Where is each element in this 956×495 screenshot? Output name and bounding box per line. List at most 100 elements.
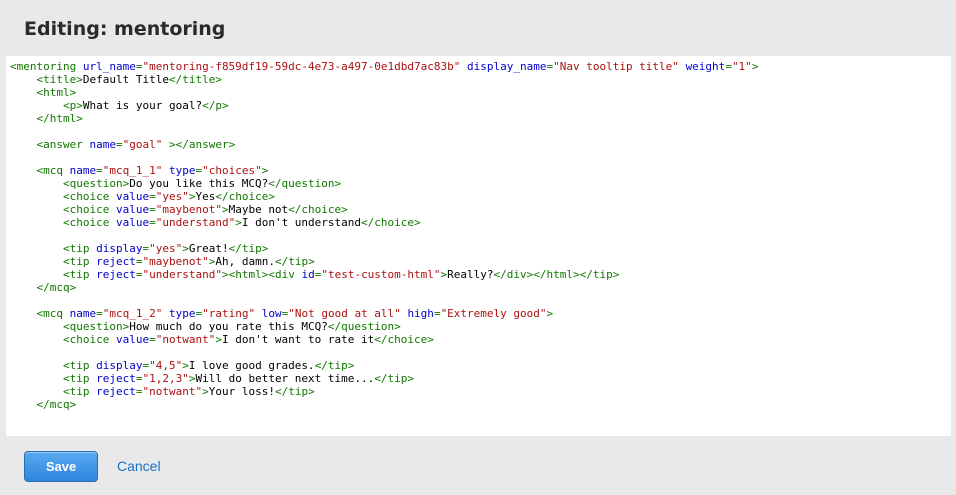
code-line: </html> (10, 112, 947, 125)
code-token-tag: > (215, 333, 222, 346)
code-token-tag: <choice (62, 190, 116, 203)
code-token-attr: display_name (466, 60, 547, 73)
code-token-tag: <tip (62, 359, 97, 372)
code-token-tag: <answer (36, 138, 90, 151)
code-line: <choice value="yes">Yes</choice> (10, 190, 947, 203)
code-token-tag: <mcq (36, 164, 70, 177)
code-line: <tip reject="notwant">Your loss!</tip> (10, 385, 947, 398)
save-button[interactable]: Save (24, 451, 98, 482)
code-token-tag: </div></html></tip> (493, 268, 620, 281)
code-token-val: "notwant" (142, 385, 203, 398)
code-token-txt: I don't understand (241, 216, 362, 229)
code-token-attr: name (89, 138, 116, 151)
code-token-txt: Do you like this MCQ? (129, 177, 269, 190)
code-token-tag: </tip> (374, 372, 415, 385)
code-token-attr: reject (96, 385, 136, 398)
code-line: </mcq> (10, 281, 947, 294)
code-token-txt: Maybe not (228, 203, 289, 216)
code-token-val: "mcq_1_1" (102, 164, 163, 177)
code-token-tag: <tip (62, 385, 97, 398)
code-token-tag: > (546, 307, 554, 320)
code-token-tag: </tip> (274, 255, 315, 268)
code-token-txt: Default Title (82, 73, 169, 86)
code-token-tag: </title> (168, 73, 222, 86)
code-token-txt: Ah, damn. (215, 255, 275, 268)
code-token-attr: value (115, 333, 150, 346)
code-editor[interactable]: <mentoring url_name = "mentoring-f859df19-… (6, 56, 951, 436)
code-line: <p>What is your goal?</p> (10, 99, 947, 112)
code-token-val: "notwant" (155, 333, 216, 346)
code-token-val: "goal" (122, 138, 163, 151)
code-token-val: "Not good at all" (288, 307, 401, 320)
code-token-tag: <mcq (36, 307, 70, 320)
code-token-val: "Extremely good" (440, 307, 547, 320)
code-token-tag: </choice> (374, 333, 434, 346)
code-token-txt: I don't want to rate it (221, 333, 375, 346)
code-token-val: "rating" (202, 307, 256, 320)
code-token-attr: name (69, 307, 97, 320)
code-token-tag: <choice (62, 216, 116, 229)
code-token-attr: type (168, 164, 196, 177)
cancel-button[interactable]: Cancel (117, 458, 161, 474)
code-token-attr: reject (96, 372, 136, 385)
code-token-tag: = (149, 216, 156, 229)
code-token-val: "choices" (202, 164, 262, 177)
code-token-val: "4,5" (149, 359, 183, 372)
code-token-attr: display (96, 359, 143, 372)
code-token-tag: > (202, 385, 209, 398)
code-line: <question>Do you like this MCQ?</questio… (10, 177, 947, 190)
code-token-tag: <title> (36, 73, 83, 86)
code-token-tag: <choice (62, 203, 116, 216)
code-token-attr: value (115, 190, 150, 203)
code-content[interactable]: <mentoring url_name = "mentoring-f859df19-… (10, 60, 947, 411)
code-token-val: "Nav tooltip title" (553, 60, 679, 73)
code-token-tag: = (725, 60, 732, 73)
code-token-tag: = (149, 190, 156, 203)
code-token-txt: Yes (195, 190, 216, 203)
code-token-txt: Your loss! (208, 385, 275, 398)
code-line: <title>Default Title</title> (10, 73, 947, 86)
code-token-tag: <question> (62, 320, 130, 333)
code-token-attr: value (115, 216, 150, 229)
code-token-tag: = (149, 203, 156, 216)
code-token-tag: > (182, 359, 189, 372)
code-token-tag: > (182, 242, 189, 255)
code-line: <mcq name="mcq_1_2" type="rating" low="N… (10, 307, 947, 320)
code-token-tag: </p> (202, 99, 229, 112)
code-token-attr: weight (685, 60, 726, 73)
code-token-txt: Really? (447, 268, 494, 281)
code-token-tag: > (221, 203, 229, 216)
code-token-tag: </tip> (274, 385, 315, 398)
code-token-attr: value (115, 203, 150, 216)
code-token-tag: <mentoring (10, 60, 83, 73)
code-token-tag: = (149, 333, 156, 346)
code-token-tag: </mcq> (36, 398, 77, 411)
code-line: <html> (10, 86, 947, 99)
code-token-val: "test-custom-html" (321, 268, 441, 281)
code-line: <answer name="goal" ></answer> (10, 138, 947, 151)
code-token-attr: high (407, 307, 434, 320)
code-token-tag: <tip (62, 242, 97, 255)
code-token-tag: <tip (62, 255, 97, 268)
code-token-tag: = (96, 307, 103, 320)
code-token-attr: url_name (82, 60, 136, 73)
code-token-tag: </tip> (228, 242, 269, 255)
code-token-val: "mcq_1_2" (102, 307, 163, 320)
